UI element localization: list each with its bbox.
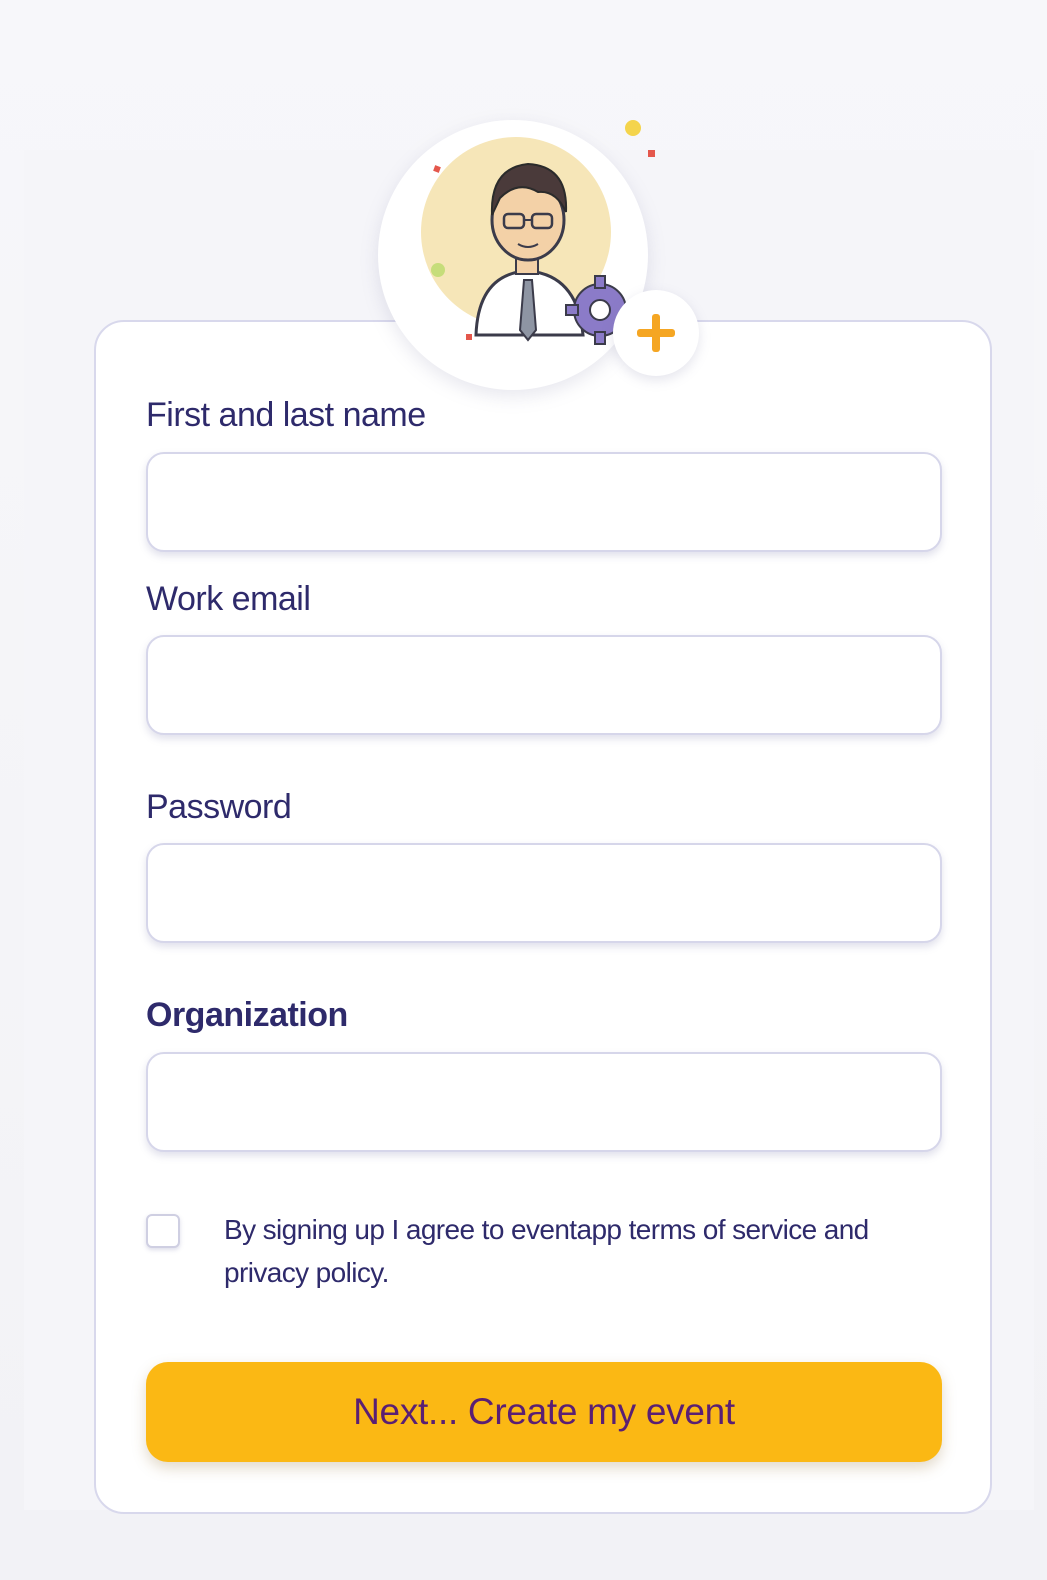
name-input[interactable]: [146, 452, 942, 552]
terms-text: By signing up I agree to eventapp terms …: [224, 1214, 869, 1288]
terms-checkbox[interactable]: [146, 1214, 180, 1248]
email-label: Work email: [146, 580, 311, 618]
create-event-button[interactable]: Next... Create my event: [146, 1362, 942, 1462]
avatar: [378, 120, 713, 405]
plus-icon[interactable]: [613, 290, 699, 376]
password-input[interactable]: [146, 843, 942, 943]
name-label: First and last name: [146, 396, 426, 434]
email-input[interactable]: [146, 635, 942, 735]
organization-input[interactable]: [146, 1052, 942, 1152]
organization-label: Organization: [146, 996, 348, 1034]
password-label: Password: [146, 788, 292, 826]
